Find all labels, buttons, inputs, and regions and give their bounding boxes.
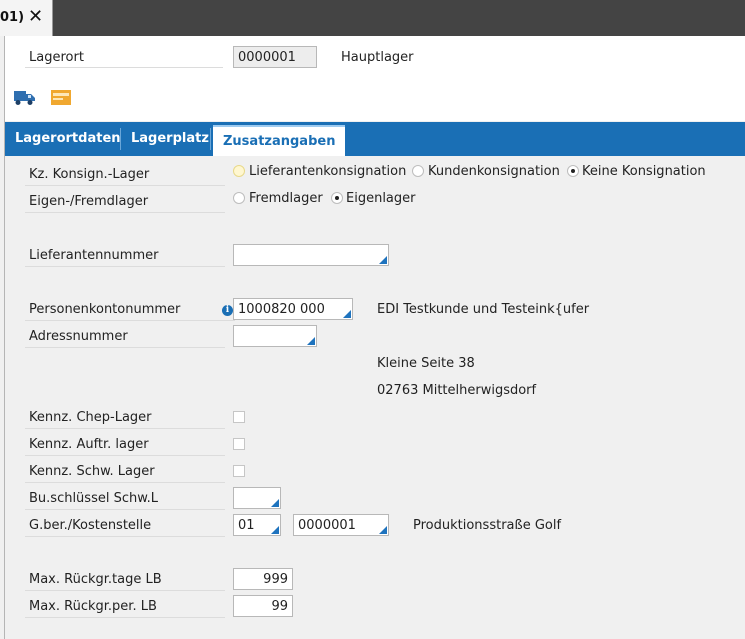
value-help-icon[interactable] [307,337,315,345]
lagerort-field[interactable]: 0000001 [233,46,317,68]
rueckgr-per-label: Max. Rückgr.per. LB [29,599,157,614]
tab-zusatzangaben[interactable]: Zusatzangaben [213,125,346,156]
address-line-1: Kleine Seite 38 [377,356,475,371]
gber-field[interactable]: 01 [233,514,281,536]
option-kundenkonsignation[interactable]: Kundenkonsignation [428,164,560,179]
value-help-icon[interactable] [271,526,279,534]
chep-lager-checkbox[interactable] [233,411,245,423]
header-area: Lagerort 0000001 Hauptlager [5,36,745,121]
value-help-icon[interactable] [343,310,351,318]
konsign-label: Kz. Konsign.-Lager [29,167,150,182]
radio-keine-konsignation[interactable] [567,165,579,177]
tab-strip: Lagerortdaten Lagerplatz Zusatzangaben [5,122,745,156]
tab-lagerplatz[interactable]: Lagerplatz [121,122,219,156]
personenkonto-name: EDI Testkunde und Testeink{ufer [377,302,590,317]
buschluessel-field[interactable] [233,487,281,509]
gber-kostenstelle-label: G.ber./Kostenstelle [29,518,152,533]
chep-lager-label: Kennz. Chep-Lager [29,410,152,425]
value-help-icon[interactable] [271,499,279,507]
auftr-lager-label: Kennz. Auftr. lager [29,437,149,452]
buschluessel-label: Bu.schlüssel Schw.L [29,491,159,506]
lagerort-label: Lagerort [29,50,84,65]
rueckgr-tage-label: Max. Rückgr.tage LB [29,572,162,587]
tab-lagerortdaten[interactable]: Lagerortdaten [5,122,131,156]
radio-kundenkonsignation[interactable] [412,165,424,177]
schw-lager-checkbox[interactable] [233,465,245,477]
info-icon[interactable]: i [222,305,233,316]
value-help-icon[interactable] [379,256,387,264]
eigen-fremd-label: Eigen-/Fremdlager [29,194,149,209]
radio-fremdlager[interactable] [233,192,245,204]
lieferantennummer-label: Lieferantennummer [29,248,159,263]
option-eigenlager[interactable]: Eigenlager [346,191,416,206]
close-icon[interactable]: ✕ [28,6,43,27]
radio-eigenlager[interactable] [331,192,343,204]
adressnummer-label: Adressnummer [29,329,128,344]
option-keine-konsignation[interactable]: Keine Konsignation [582,164,706,179]
radio-lieferantenkonsignation[interactable] [233,165,245,177]
schw-lager-label: Kennz. Schw. Lager [29,464,155,479]
adressnummer-field[interactable] [233,325,317,347]
document-tab[interactable]: 01) ✕ [0,0,53,36]
address-line-2: 02763 Mittelherwigsdorf [377,383,537,398]
kostenstelle-field[interactable]: 0000001 [293,514,389,536]
truck-icon[interactable] [14,88,36,106]
personenkontonummer-label: Personenkontonummer [29,302,181,317]
value-help-icon[interactable] [379,526,387,534]
lagerort-name: Hauptlager [341,50,414,65]
kostenstelle-name: Produktionsstraße Golf [413,518,562,533]
auftr-lager-checkbox[interactable] [233,438,245,450]
option-lieferantenkonsignation[interactable]: Lieferantenkonsignation [249,164,406,179]
document-tab-bar: 01) ✕ [0,0,745,36]
document-tab-label: 01) [0,10,25,25]
rueckgr-per-field[interactable]: 99 [233,595,293,617]
rueckgr-tage-field[interactable]: 999 [233,568,293,590]
lieferantennummer-field[interactable] [233,244,389,266]
personenkontonummer-field[interactable]: 1000820 000 [233,298,353,320]
envelope-icon[interactable] [51,90,71,105]
option-fremdlager[interactable]: Fremdlager [249,191,323,206]
